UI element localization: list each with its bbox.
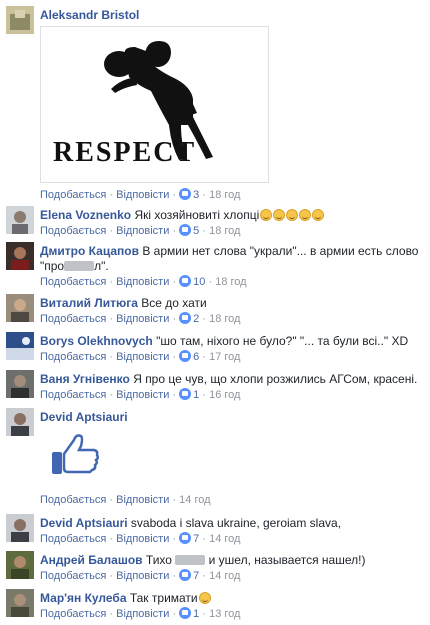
comment-text: svaboda i slava ukraine, geroiam slava, <box>130 516 342 530</box>
reply-link[interactable]: Відповісти <box>116 225 169 237</box>
smile-emoji-icon <box>260 209 273 221</box>
avatar[interactable] <box>6 589 34 617</box>
comment-author[interactable]: Мар'ян Кулеба <box>40 591 127 605</box>
timestamp[interactable]: 18 год <box>209 313 240 325</box>
avatar[interactable] <box>6 514 34 542</box>
like-icon[interactable] <box>179 312 192 324</box>
like-count[interactable]: 1 <box>193 389 199 401</box>
like-count[interactable]: 10 <box>193 276 205 288</box>
avatar[interactable] <box>6 551 34 579</box>
like-icon[interactable] <box>179 188 192 200</box>
timestamp[interactable]: 18 год <box>209 225 240 237</box>
timestamp[interactable]: 18 год <box>209 189 240 201</box>
comment-author[interactable]: Дмитро Кацапов <box>40 244 139 258</box>
comment-author[interactable]: Devid Aptsiauri <box>40 516 128 530</box>
comment-text: Все до хати <box>141 296 207 310</box>
reply-link[interactable]: Відповісти <box>116 570 169 582</box>
comment-text: Так тримати <box>129 591 198 605</box>
reply-link[interactable]: Відповісти <box>116 389 169 401</box>
like-link[interactable]: Подобається <box>40 313 106 325</box>
like-count[interactable]: 3 <box>193 189 199 201</box>
comment-text: Які хозяйновиті хлопці <box>134 208 260 222</box>
like-icon[interactable] <box>179 532 192 544</box>
reply-link[interactable]: Відповісти <box>116 189 169 201</box>
like-link[interactable]: Подобається <box>40 189 106 201</box>
like-count[interactable]: 5 <box>193 225 199 237</box>
smile-emoji-icon <box>198 592 211 604</box>
reply-link[interactable]: Відповісти <box>116 313 169 325</box>
like-link[interactable]: Подобається <box>40 533 106 545</box>
like-link[interactable]: Подобається <box>40 389 106 401</box>
avatar[interactable] <box>6 6 34 34</box>
like-count[interactable]: 7 <box>193 533 199 545</box>
comment-author[interactable]: Elena Voznenko <box>40 208 131 222</box>
like-icon[interactable] <box>179 569 192 581</box>
smile-emoji-icon <box>299 209 312 221</box>
comment-author[interactable]: Devid Aptsiauri <box>40 410 128 424</box>
comment-text: Я про це чув, що хлопи розжились АГСом, … <box>133 372 418 386</box>
like-count[interactable]: 6 <box>193 351 199 363</box>
like-icon[interactable] <box>179 388 192 400</box>
comment-text: "шо там, ніхого не було?" "... та були в… <box>156 334 409 348</box>
like-icon[interactable] <box>179 224 192 236</box>
image-caption: RESPECT <box>53 137 197 168</box>
censored-text <box>175 555 206 565</box>
reply-link[interactable]: Відповісти <box>116 608 169 620</box>
thumbs-up-sticker-icon[interactable] <box>50 432 102 476</box>
avatar[interactable] <box>6 332 34 360</box>
reply-link[interactable]: Відповісти <box>116 494 169 506</box>
comment-author[interactable]: Виталий Литюга <box>40 296 138 310</box>
avatar[interactable] <box>6 370 34 398</box>
like-icon[interactable] <box>179 607 192 619</box>
comment-author[interactable]: Borys Olekhnovych <box>40 334 153 348</box>
censored-text <box>64 261 95 271</box>
reply-link[interactable]: Відповісти <box>116 533 169 545</box>
timestamp[interactable]: 14 год <box>179 494 210 506</box>
smile-emoji-icon <box>273 209 286 221</box>
like-link[interactable]: Подобається <box>40 494 106 506</box>
comment-image[interactable]: RESPECT <box>40 26 269 183</box>
timestamp[interactable]: 17 год <box>209 351 240 363</box>
avatar[interactable] <box>6 242 34 270</box>
smile-emoji-icon <box>312 209 325 221</box>
like-count[interactable]: 7 <box>193 570 199 582</box>
smile-emoji-icon <box>286 209 299 221</box>
like-link[interactable]: Подобається <box>40 351 106 363</box>
comment-text: Тихо <box>145 553 172 567</box>
like-link[interactable]: Подобається <box>40 608 106 620</box>
reply-link[interactable]: Відповісти <box>116 351 169 363</box>
timestamp[interactable]: 14 год <box>209 570 240 582</box>
avatar[interactable] <box>6 408 34 436</box>
like-count[interactable]: 2 <box>193 313 199 325</box>
comment-author[interactable]: Ваня Угнівенко <box>40 372 130 386</box>
like-icon[interactable] <box>179 350 192 362</box>
timestamp[interactable]: 18 год <box>215 276 246 288</box>
reply-link[interactable]: Відповісти <box>116 276 169 288</box>
like-link[interactable]: Подобається <box>40 570 106 582</box>
timestamp[interactable]: 13 год <box>209 608 240 620</box>
like-icon[interactable] <box>179 275 192 287</box>
avatar[interactable] <box>6 206 34 234</box>
timestamp[interactable]: 14 год <box>209 533 240 545</box>
like-link[interactable]: Подобається <box>40 276 106 288</box>
comment-author[interactable]: Андрей Балашов <box>40 553 143 567</box>
like-count[interactable]: 1 <box>193 608 199 620</box>
avatar[interactable] <box>6 294 34 322</box>
comment-author[interactable]: Aleksandr Bristol <box>40 8 139 22</box>
timestamp[interactable]: 16 год <box>209 389 240 401</box>
like-link[interactable]: Подобається <box>40 225 106 237</box>
